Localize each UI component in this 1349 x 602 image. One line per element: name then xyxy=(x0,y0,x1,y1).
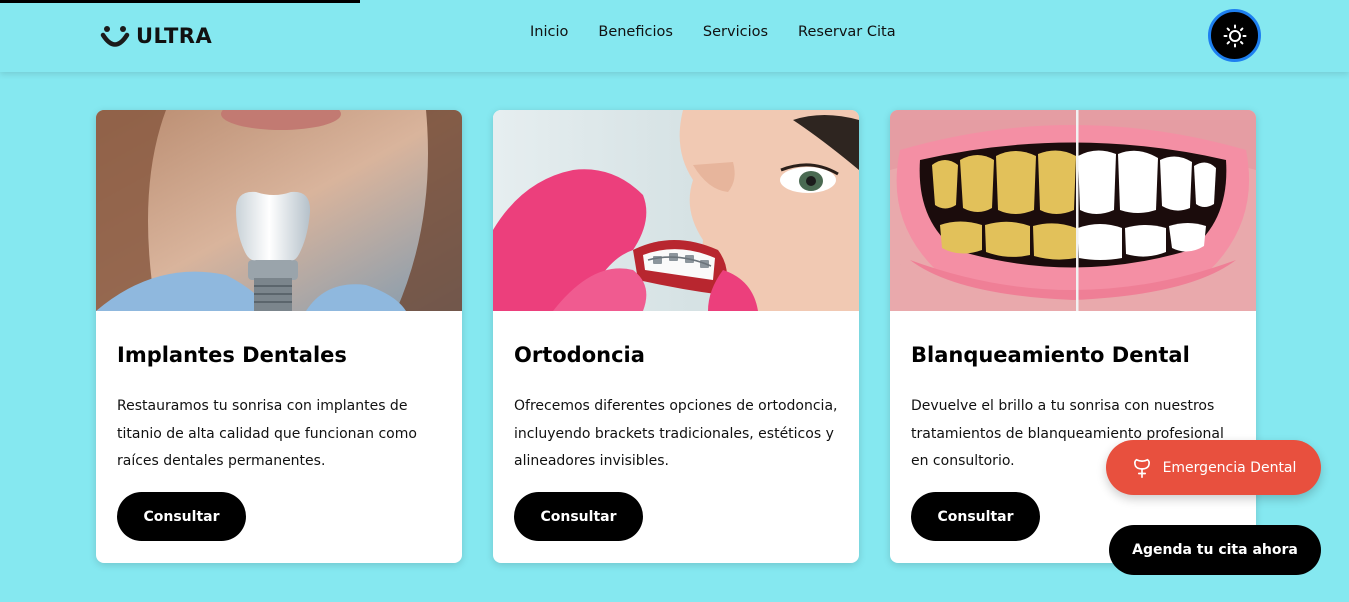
emergency-label: Emergencia Dental xyxy=(1162,459,1297,476)
card-title: Implantes Dentales xyxy=(117,343,347,367)
nav-link-beneficios[interactable]: Beneficios xyxy=(598,24,673,40)
teeth-whitening-before-after-photo xyxy=(890,110,1256,311)
service-card-blanqueamiento: Blanqueamiento Dental Devuelve el brillo… xyxy=(890,110,1256,563)
card-title: Blanqueamiento Dental xyxy=(911,343,1190,367)
nav-link-reservar-cita[interactable]: Reservar Cita xyxy=(798,24,896,40)
sun-icon xyxy=(1223,24,1246,47)
service-card-implantes: Implantes Dentales Restauramos tu sonris… xyxy=(96,110,462,563)
book-appointment-button[interactable]: Agenda tu cita ahora xyxy=(1109,525,1321,575)
scroll-progress-bar xyxy=(0,0,360,3)
dental-implant-photo xyxy=(96,110,462,311)
nav-link-inicio[interactable]: Inicio xyxy=(530,24,568,40)
smile-icon xyxy=(100,26,130,47)
card-title: Ortodoncia xyxy=(514,343,645,367)
logo[interactable]: ULTRA xyxy=(100,22,212,50)
orthodontic-braces-photo xyxy=(493,110,859,311)
consultar-button[interactable]: Consultar xyxy=(514,492,643,541)
nav-link-servicios[interactable]: Servicios xyxy=(703,24,768,40)
consultar-button[interactable]: Consultar xyxy=(117,492,246,541)
card-description: Ofrecemos diferentes opciones de ortodon… xyxy=(514,398,838,469)
emergency-dental-button[interactable]: Emergencia Dental xyxy=(1106,440,1321,495)
site-header: ULTRA Inicio Beneficios Servicios Reserv… xyxy=(0,0,1349,72)
main-nav: Inicio Beneficios Servicios Reservar Cit… xyxy=(530,24,896,40)
consultar-button[interactable]: Consultar xyxy=(911,492,1040,541)
logo-text: ULTRA xyxy=(136,24,213,48)
card-description: Restauramos tu sonrisa con implantes de … xyxy=(117,398,417,469)
services-grid: Implantes Dentales Restauramos tu sonris… xyxy=(96,110,1256,563)
theme-toggle-button[interactable] xyxy=(1208,9,1261,62)
service-card-ortodoncia: Ortodoncia Ofrecemos diferentes opciones… xyxy=(493,110,859,563)
tooth-icon xyxy=(1133,458,1150,478)
